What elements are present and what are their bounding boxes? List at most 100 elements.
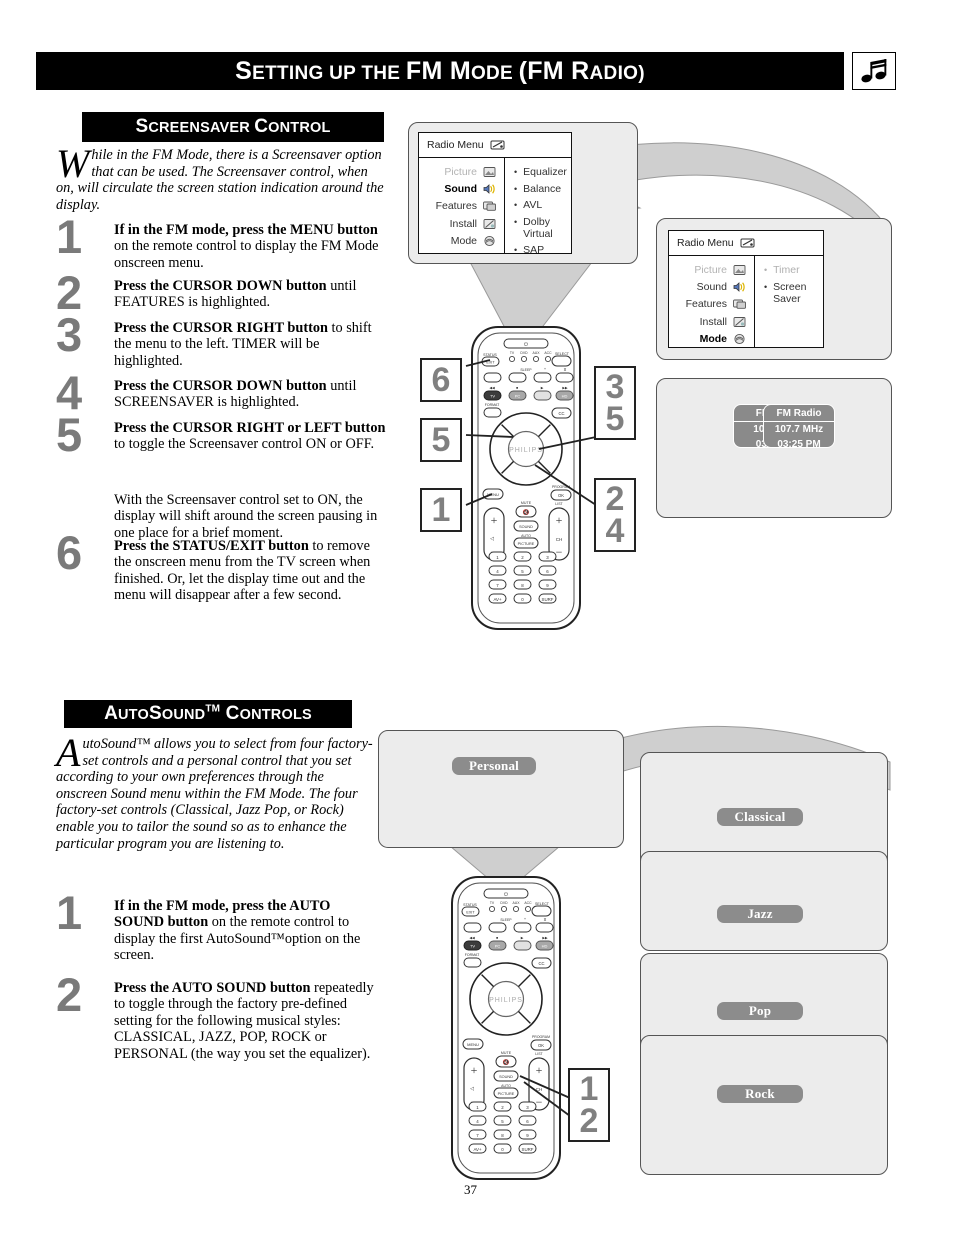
svg-text:SELECT: SELECT	[535, 902, 550, 906]
svg-text:HD: HD	[562, 394, 568, 399]
svg-text:3: 3	[526, 1105, 529, 1110]
step-bold-text: Press the CURSOR DOWN button	[114, 278, 327, 294]
bullet-icon: •	[514, 245, 518, 256]
svg-text:MUTE: MUTE	[501, 1051, 512, 1055]
osd-screen-mode: Radio Menu Picture Sound Features Instal…	[668, 230, 824, 348]
osd-item-install[interactable]: Install	[450, 217, 504, 231]
autosound-label-pop: Pop	[717, 1002, 803, 1020]
step-text: to toggle the Screensaver control ON or …	[114, 436, 375, 453]
osd-item-features[interactable]: Features	[436, 199, 504, 213]
step-number: 1	[56, 886, 83, 939]
svg-text:+: +	[491, 513, 498, 527]
callout-leaders-top	[465, 359, 597, 506]
callout-1: 1	[420, 488, 462, 532]
svg-text:◀◀: ◀◀	[469, 936, 475, 940]
osd-item-sound[interactable]: Sound	[444, 182, 504, 196]
screensaver-intro-paragraph: While in the FM Mode, there is a Screens…	[56, 144, 388, 213]
page-title-bar: SETTING UP THE FM MODE (FM RADIO)	[36, 52, 844, 90]
osd-item-mode[interactable]: Mode	[451, 234, 504, 248]
osd-item-mode[interactable]: Mode	[700, 332, 754, 346]
step-number: 2	[56, 968, 83, 1021]
osd-title: Radio Menu	[427, 139, 484, 151]
svg-text:8: 8	[501, 1133, 504, 1138]
osd-item-install[interactable]: Install	[700, 315, 754, 329]
svg-text:■: ■	[496, 936, 498, 940]
osd-item-sound[interactable]: Sound	[697, 280, 754, 294]
osd-option-sap[interactable]: • SAP	[514, 244, 571, 256]
svg-text:6: 6	[546, 569, 549, 574]
bullet-icon: •	[514, 200, 518, 211]
svg-text:PROGRAM: PROGRAM	[532, 1035, 550, 1039]
autosound-step-1: 1 If in the FM mode, press the AUTO SOUN…	[56, 889, 378, 964]
osd-right-column: • Equalizer • Balance • AVL • Dolby Virtual …	[505, 158, 571, 256]
autosound-balloon-jazz	[640, 851, 888, 951]
osd-title: Radio Menu	[677, 237, 734, 249]
svg-text:7: 7	[496, 583, 499, 588]
step-text: on the remote control to display the FM …	[114, 238, 379, 271]
svg-text:SOUND: SOUND	[499, 1075, 513, 1079]
svg-text:TV: TV	[490, 394, 495, 399]
section-header-autosound-label: AUTOSOUNDTM CONTROLS	[104, 703, 312, 724]
osd-option-equalizer[interactable]: • Equalizer	[514, 166, 571, 178]
svg-text:1: 1	[496, 555, 499, 560]
osd-item-picture[interactable]: Picture	[694, 263, 754, 277]
svg-text:TV: TV	[470, 944, 475, 949]
svg-text:5: 5	[501, 1119, 504, 1124]
bullet-icon: •	[514, 167, 518, 177]
screensaver-step-6: 6 Press the STATUS/EXIT button to remove…	[56, 529, 388, 604]
svg-text:EXIT: EXIT	[486, 361, 495, 365]
install-icon	[482, 217, 498, 231]
autosound-dropcap: A	[56, 730, 81, 775]
svg-text:OK: OK	[558, 493, 564, 498]
step-bold-text: Press the CURSOR RIGHT or LEFT button	[114, 420, 386, 436]
svg-text:+: +	[556, 513, 563, 527]
screensaver-note: With the Screensaver control set to ON, …	[114, 492, 378, 541]
autosound-step-2: 2 Press the AUTO SOUND button repeatedly…	[56, 971, 378, 1062]
svg-text:+: +	[536, 1063, 543, 1077]
osd-title-row: Radio Menu	[419, 133, 571, 158]
screensaver-step-3: 3 Press the CURSOR RIGHT button to shift…	[56, 311, 388, 369]
osd-option-dolby-virtual[interactable]: • Dolby Virtual	[514, 216, 571, 240]
svg-text:◁: ◁	[490, 536, 494, 542]
svg-text:PHILIPS: PHILIPS	[509, 447, 543, 454]
osd-option-screen-saver[interactable]: • Screen Saver	[764, 281, 823, 305]
svg-text:ACC: ACC	[544, 351, 552, 355]
fm-display-tag-front: FM Radio 107.7 MHz 03:25 PM	[763, 404, 835, 448]
svg-text:CH: CH	[556, 537, 563, 542]
osd-option-balance[interactable]: • Balance	[514, 183, 571, 195]
osd-screen-sound: Radio Menu Picture Sound Features Instal…	[418, 132, 572, 256]
step-number: 6	[56, 526, 83, 579]
autosound-balloon-personal	[378, 730, 624, 848]
osd-option-timer[interactable]: • Timer	[764, 264, 823, 276]
picture-icon	[482, 165, 498, 179]
svg-text:FORMAT: FORMAT	[485, 403, 500, 407]
svg-text:2: 2	[521, 555, 524, 560]
install-icon	[732, 315, 748, 329]
section-header-screensaver-label: SCREENSAVER CONTROL	[135, 116, 331, 137]
osd-item-features[interactable]: Features	[686, 297, 754, 311]
autosound-balloon-rock	[640, 1035, 888, 1175]
osd-title-row: Radio Menu	[669, 231, 823, 256]
svg-text:🔇: 🔇	[503, 1059, 510, 1066]
step-bold-text: If in the FM mode, press the MENU button	[114, 222, 378, 238]
svg-text:SURF: SURF	[542, 597, 554, 602]
radio-menu-icon	[490, 138, 506, 152]
svg-text:+: +	[471, 1063, 478, 1077]
sound-icon	[732, 280, 748, 294]
section-header-screensaver: SCREENSAVER CONTROL	[82, 112, 384, 142]
callout-2-4: 24	[594, 478, 636, 552]
screensaver-step-4: 4 Press the CURSOR DOWN button until SCR…	[56, 369, 388, 416]
osd-option-avl[interactable]: • AVL	[514, 199, 571, 211]
svg-text:■: ■	[516, 386, 518, 390]
svg-text:PICTURE: PICTURE	[518, 542, 535, 546]
svg-text:6: 6	[526, 1119, 529, 1124]
osd-item-picture[interactable]: Picture	[444, 165, 504, 179]
svg-text:LIST: LIST	[555, 502, 563, 506]
autosound-label-classical: Classical	[717, 808, 803, 826]
svg-text:PICTURE: PICTURE	[498, 1092, 515, 1096]
svg-text:5: 5	[521, 569, 524, 574]
autosound-label-rock: Rock	[717, 1085, 803, 1103]
svg-text:−: −	[536, 1095, 543, 1109]
autosound-intro-paragraph: AutoSound™ allows you to select from fou…	[56, 730, 376, 852]
svg-text:8: 8	[521, 583, 524, 588]
